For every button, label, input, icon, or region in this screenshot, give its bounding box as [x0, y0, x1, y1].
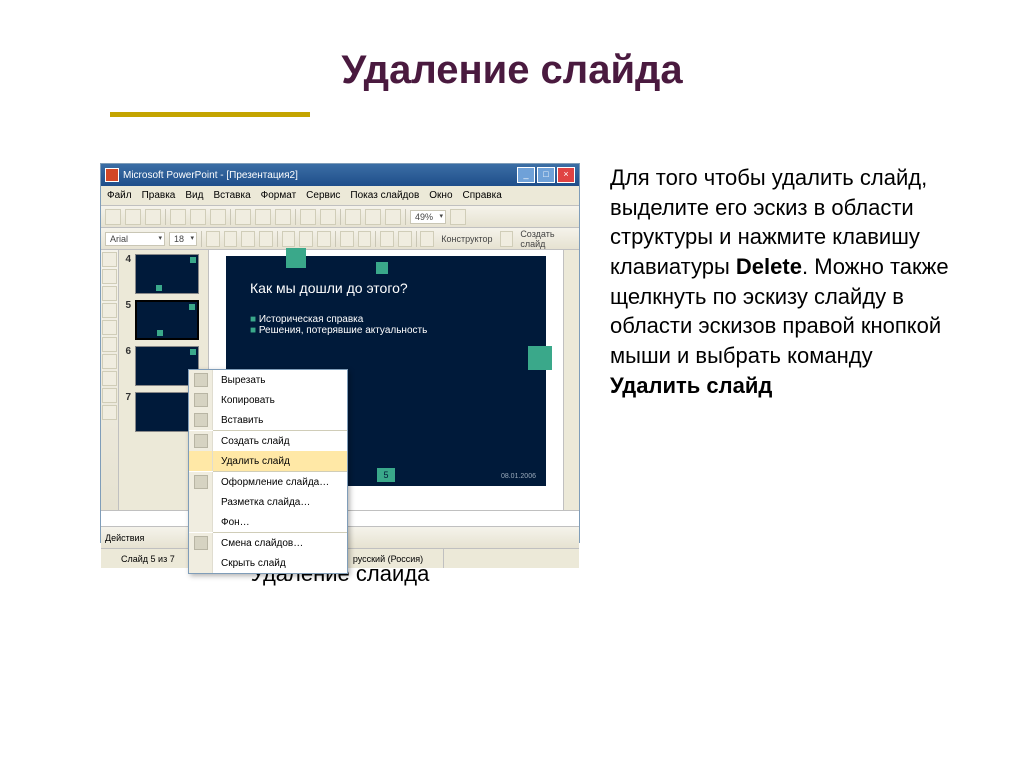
chart-icon[interactable] [345, 209, 361, 225]
design-icon [194, 475, 208, 489]
undo-icon[interactable] [300, 209, 316, 225]
save-icon[interactable] [145, 209, 161, 225]
ctx-transition[interactable]: Смена слайдов… [189, 533, 347, 553]
paste-icon[interactable] [275, 209, 291, 225]
left-tool-column [101, 250, 119, 510]
new-slide-icon [194, 434, 208, 448]
hyperlink-icon[interactable] [385, 209, 401, 225]
decrease-font-icon[interactable] [398, 231, 412, 247]
slide-thumb-5[interactable]: 5 [121, 300, 206, 340]
transition-icon [194, 536, 208, 550]
align-right-icon[interactable] [317, 231, 331, 247]
menu-format[interactable]: Формат [261, 190, 297, 201]
side-tool-icon[interactable] [102, 337, 117, 352]
menu-insert[interactable]: Вставка [213, 190, 250, 201]
side-tool-icon[interactable] [102, 354, 117, 369]
ctx-cut[interactable]: Вырезать [189, 370, 347, 390]
spell-icon[interactable] [210, 209, 226, 225]
ctx-layout[interactable]: Разметка слайда… [189, 492, 347, 512]
vertical-scrollbar[interactable] [563, 250, 579, 510]
left-column: Microsoft PowerPoint - [Презентация2] _ … [100, 163, 580, 587]
minimize-button[interactable]: _ [517, 167, 535, 183]
bullet-item: Решения, потерявшие актуальность [250, 325, 522, 336]
maximize-button[interactable]: □ [537, 167, 555, 183]
powerpoint-screenshot: Microsoft PowerPoint - [Презентация2] _ … [100, 163, 580, 543]
page-title: Удаление слайда [0, 0, 1024, 103]
print-icon[interactable] [170, 209, 186, 225]
menu-window[interactable]: Окно [429, 190, 452, 201]
side-tool-icon[interactable] [102, 252, 117, 267]
cut-icon [194, 373, 208, 387]
status-slide-number: Слайд 5 из 7 [101, 549, 196, 568]
new-icon[interactable] [105, 209, 121, 225]
side-tool-icon[interactable] [102, 269, 117, 284]
side-tool-icon[interactable] [102, 405, 117, 420]
status-language: русский (Россия) [333, 549, 444, 568]
slide-bullets: Историческая справка Решения, потерявшие… [250, 314, 522, 336]
side-tool-icon[interactable] [102, 286, 117, 301]
shadow-icon[interactable] [259, 231, 273, 247]
zoom-dropdown[interactable]: 49% [410, 210, 446, 224]
body-bold1: Delete [736, 254, 802, 279]
ctx-design[interactable]: Оформление слайда… [189, 472, 347, 492]
redo-icon[interactable] [320, 209, 336, 225]
ctx-hide-slide[interactable]: Скрыть слайд [189, 553, 347, 573]
menu-view[interactable]: Вид [185, 190, 203, 201]
menu-edit[interactable]: Правка [142, 190, 176, 201]
italic-icon[interactable] [224, 231, 238, 247]
cut-icon[interactable] [235, 209, 251, 225]
content-row: Microsoft PowerPoint - [Презентация2] _ … [0, 103, 1024, 587]
help-icon[interactable] [450, 209, 466, 225]
bullet-item: Историческая справка [250, 314, 522, 325]
standard-toolbar: 49% [101, 206, 579, 228]
side-tool-icon[interactable] [102, 388, 117, 403]
ctx-copy[interactable]: Копировать [189, 390, 347, 410]
menu-help[interactable]: Справка [463, 190, 502, 201]
menu-tools[interactable]: Сервис [306, 190, 340, 201]
actions-dropdown[interactable]: Действия [105, 533, 144, 543]
context-menu: Вырезать Копировать Вставить Создать сла… [188, 369, 348, 574]
align-center-icon[interactable] [299, 231, 313, 247]
accent-bar [110, 112, 310, 117]
font-name-dropdown[interactable]: Arial [105, 232, 165, 246]
body-bold2: Удалить слайд [610, 373, 772, 398]
copy-icon [194, 393, 208, 407]
ctx-delete-slide[interactable]: Удалить слайд [189, 451, 347, 471]
slide-thumb-4[interactable]: 4 [121, 254, 206, 294]
slide-heading: Как мы дошли до этого? [250, 280, 522, 296]
new-slide-label[interactable]: Создать слайд [517, 229, 575, 249]
design-label[interactable]: Конструктор [438, 234, 495, 244]
body-text: Для того чтобы удалить слайд, выделите е… [610, 163, 964, 587]
underline-icon[interactable] [241, 231, 255, 247]
close-button[interactable]: × [557, 167, 575, 183]
align-left-icon[interactable] [282, 231, 296, 247]
side-tool-icon[interactable] [102, 303, 117, 318]
side-tool-icon[interactable] [102, 320, 117, 335]
menu-file[interactable]: Файл [107, 190, 132, 201]
side-tool-icon[interactable] [102, 371, 117, 386]
window-titlebar: Microsoft PowerPoint - [Презентация2] _ … [101, 164, 579, 186]
ctx-paste[interactable]: Вставить [189, 410, 347, 430]
menu-bar: Файл Правка Вид Вставка Формат Сервис По… [101, 186, 579, 206]
window-title: Microsoft PowerPoint - [Презентация2] [123, 170, 517, 181]
menu-slideshow[interactable]: Показ слайдов [350, 190, 419, 201]
copy-icon[interactable] [255, 209, 271, 225]
open-icon[interactable] [125, 209, 141, 225]
preview-icon[interactable] [190, 209, 206, 225]
table-icon[interactable] [365, 209, 381, 225]
ctx-background[interactable]: Фон… [189, 512, 347, 532]
increase-font-icon[interactable] [380, 231, 394, 247]
formatting-toolbar: Arial 18 Конструктор [101, 228, 579, 250]
paste-icon [194, 413, 208, 427]
bullets-icon[interactable] [358, 231, 372, 247]
design-icon[interactable] [420, 231, 434, 247]
new-slide-icon[interactable] [500, 231, 514, 247]
numbering-icon[interactable] [340, 231, 354, 247]
bold-icon[interactable] [206, 231, 220, 247]
ctx-new-slide[interactable]: Создать слайд [189, 431, 347, 451]
window-buttons: _ □ × [517, 167, 575, 183]
font-size-dropdown[interactable]: 18 [169, 232, 197, 246]
app-icon [105, 168, 119, 182]
